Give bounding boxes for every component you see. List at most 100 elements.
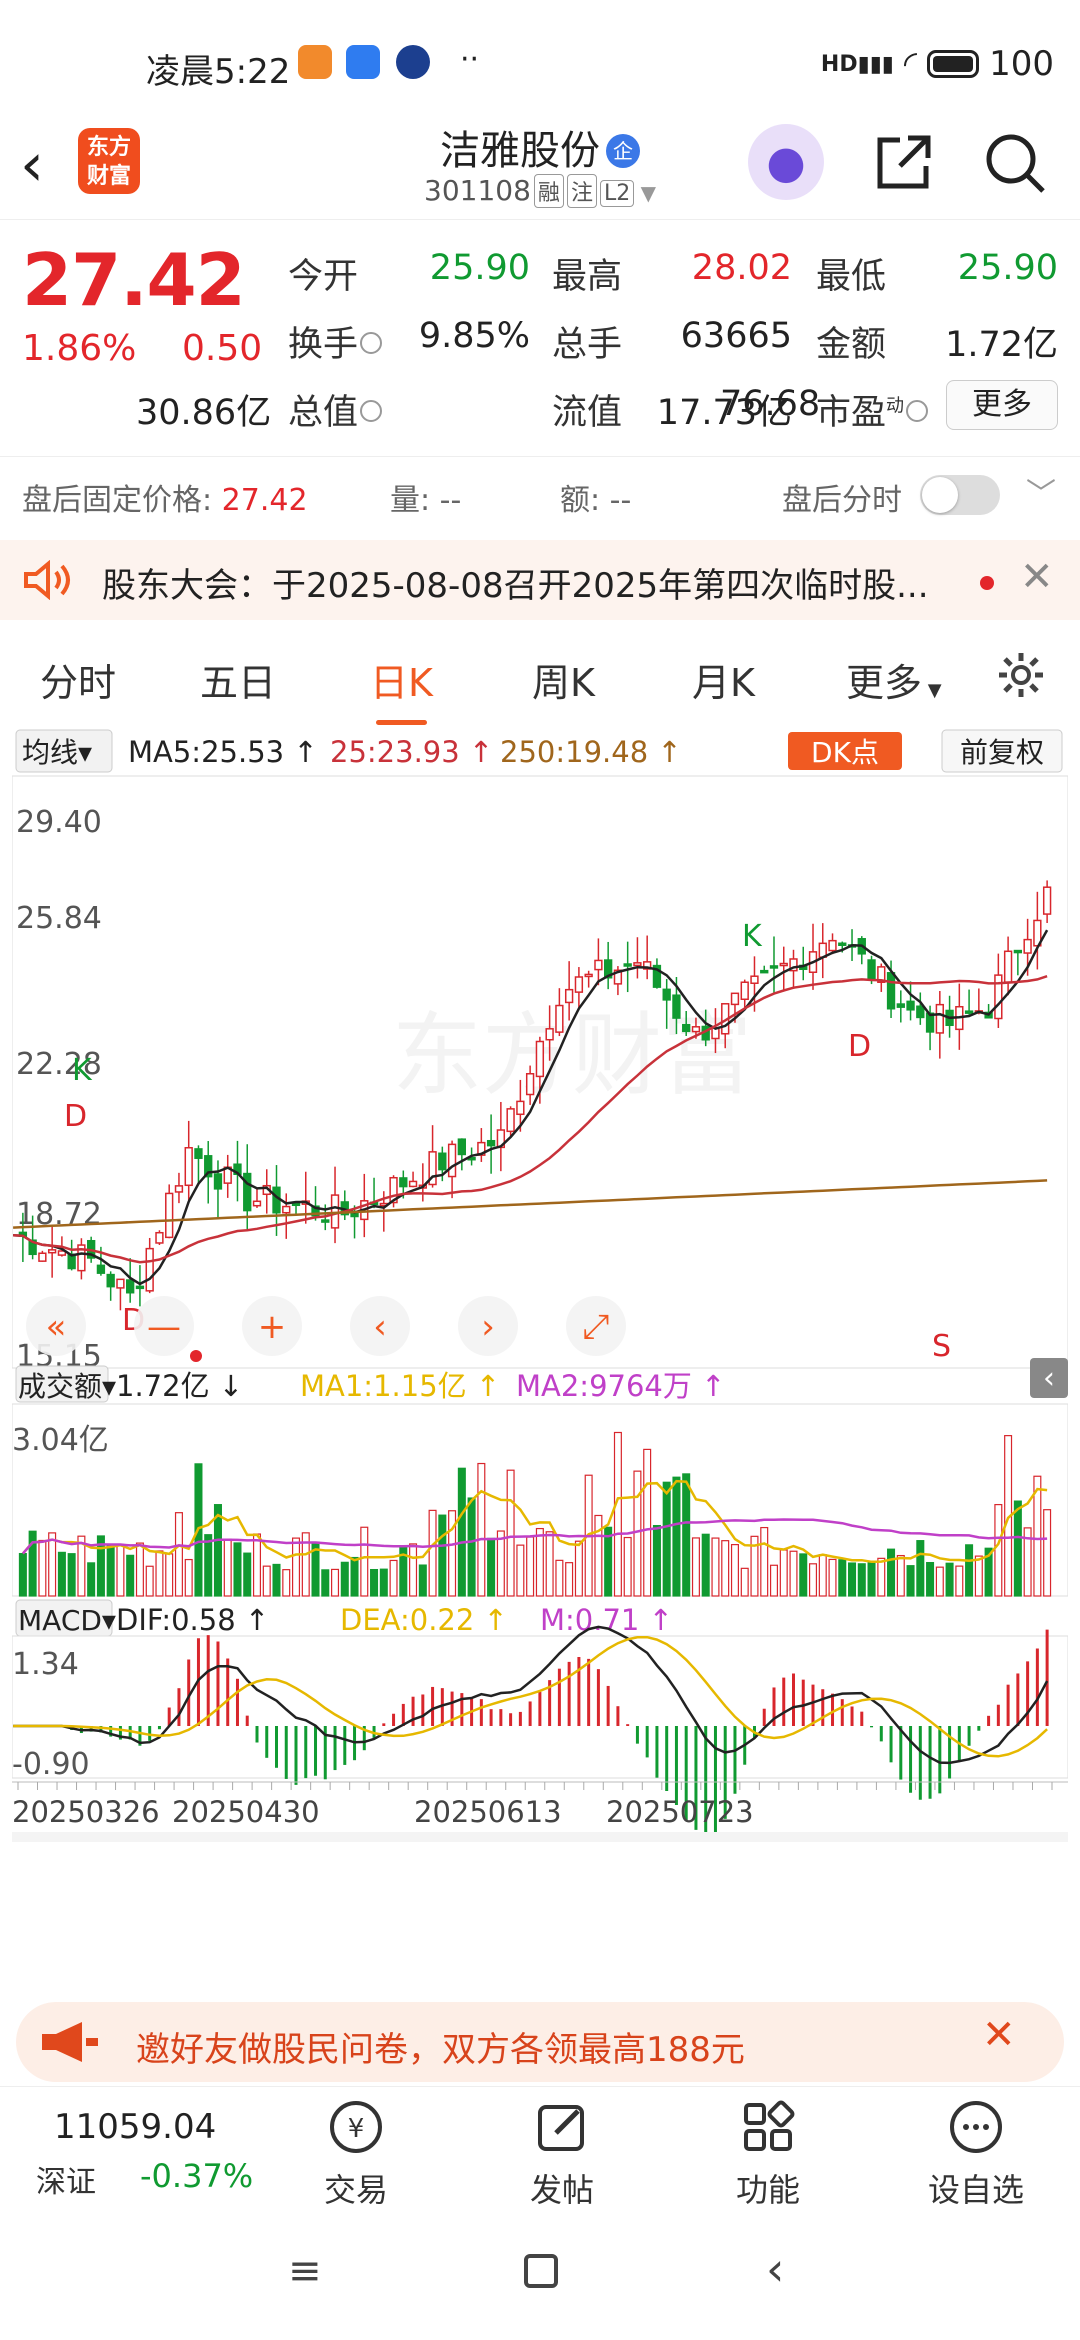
signal-marker-k: K [742,919,763,954]
nav-function[interactable]: 功能 [698,2097,838,2211]
volume-bar [565,1562,574,1597]
volume-bar [945,1562,954,1597]
index-change[interactable]: -0.37% [140,2157,253,2195]
nav-trade[interactable]: ¥ 交易 [286,2097,426,2211]
nav-add-watchlist[interactable]: 设自选 [906,2097,1046,2211]
volume-bar [691,1537,700,1597]
volume-bar [838,1559,847,1597]
candle-body [155,1231,164,1244]
macd-selector-label: MACD▾ [18,1604,116,1637]
tab-daily-k[interactable]: 日K [370,652,433,725]
quote-value: 9.85% [418,316,530,356]
volume-axis-label: 3.04亿 [12,1423,109,1458]
adjust-button-label: 前复权 [960,736,1044,769]
tab-five-day[interactable]: 五日 [200,652,276,707]
volume-bar [760,1526,769,1597]
tab-intraday[interactable]: 分时 [40,652,116,707]
quote-label[interactable]: 换手 [288,316,383,367]
more-quote-button[interactable]: 更多 [946,380,1058,430]
chevron-down-icon[interactable]: ﹀ [1026,469,1056,513]
ai-assistant-icon[interactable] [748,124,824,200]
candle-body [769,965,779,969]
video-notification-icon [396,45,430,79]
volume-bar [887,1548,896,1597]
volume-bar [223,1538,232,1597]
tab-monthly-k[interactable]: 月K [692,652,755,707]
ma5-label: MA5:25.53 ↑ [128,735,318,769]
gear-icon[interactable] [996,650,1046,700]
volume-bar [623,1536,632,1597]
index-name[interactable]: 深证 [36,2157,96,2201]
candle-body [574,976,584,993]
index-value[interactable]: 11059.04 [54,2107,216,2147]
date-label: 20250430 [172,1795,320,1829]
ma-selector-label: 均线▾ [22,736,92,769]
candle-body [1042,886,1052,915]
candle-body [213,1173,223,1190]
volume-ma1-label: MA1:1.15亿 ↑ [300,1369,500,1403]
candle-body [106,1273,115,1288]
tab-more[interactable]: 更多 ▼ [846,652,942,707]
candle-body [506,1108,515,1133]
quote-label[interactable]: 总值 [288,384,383,435]
after-hours-toggle[interactable] [920,475,1000,515]
mail-notification-icon [346,45,380,79]
volume-bar [711,1537,720,1597]
date-label: 20250613 [414,1795,562,1829]
candle-body [760,969,769,974]
candle-body [545,1028,554,1041]
volume-bar [526,1536,535,1597]
candle-body [399,1177,408,1188]
volume-bar [701,1533,710,1597]
home-icon[interactable] [524,2254,558,2288]
macd-axis-bottom: -0.90 [12,1747,90,1782]
quote-value: 25.90 [429,248,530,288]
candle-body [838,942,847,946]
volume-bar [1013,1500,1022,1597]
volume-bar [906,1565,915,1597]
volume-bar [730,1544,739,1597]
unread-dot [980,576,994,590]
volume-bar [926,1561,935,1597]
volume-bar [965,1544,974,1597]
info-icon [906,400,929,422]
volume-bar [18,1552,27,1597]
quote-label[interactable]: 市盈动 [816,384,929,435]
volume-bar [740,1567,749,1597]
volume-bar [857,1563,866,1597]
tab-weekly-k[interactable]: 周K [532,652,595,707]
candle-body [906,1000,915,1011]
notice-bar[interactable]: 股东大会：于2025-08-08召开2025年第四次临时股... ✕ [0,540,1080,620]
speaker-icon [24,560,70,600]
kline-chart[interactable]: 均线▾ MA5:25.53 ↑ 25:23.93 ↑ 250:19.48 ↑ DK点 前复… [12,726,1068,1986]
share-icon[interactable] [872,130,936,194]
collapse-tab-icon: ‹ [1043,1361,1055,1396]
volume-bar [370,1568,379,1597]
menu-icon[interactable]: ≡ [288,2248,322,2294]
nav-post[interactable]: 发帖 [492,2097,632,2211]
volume-bar [67,1553,76,1597]
candle-body [408,1180,418,1188]
close-icon[interactable]: ✕ [982,2012,1016,2058]
chevron-down-icon: ▼ [634,181,656,205]
volume-bar [916,1540,925,1597]
candle-body [935,1003,944,1034]
volume-bar [516,1544,525,1597]
search-icon[interactable] [982,130,1048,196]
survey-banner[interactable]: 邀好友做股民问卷，双方各领最高188元 ✕ [16,2002,1064,2082]
enterprise-badge: 企 [606,134,640,168]
back-nav-icon[interactable]: ‹ [766,2242,784,2296]
candle-body [272,1186,281,1214]
bottom-nav: 11059.04 深证 -0.37% ¥ 交易 发帖 功能 设自选 [0,2086,1080,2216]
candle-body [135,1285,145,1290]
banner-text: 邀好友做股民问卷，双方各领最高188元 [136,2030,745,2070]
after-hours-volume-label: 量: [390,483,431,518]
volume-bar [643,1448,652,1597]
after-hours-row: 盘后固定价格: 27.42 量: -- 额: -- 盘后分时 ﹀ [0,456,1080,532]
close-icon[interactable]: ✕ [1020,554,1054,600]
volume-bar [184,1558,193,1597]
candle-body [662,988,671,1001]
volume-bar [28,1530,37,1597]
period-tabs: 分时 五日 日K 周K 月K 更多 ▼ [0,624,1080,725]
candle-body [38,1252,47,1262]
